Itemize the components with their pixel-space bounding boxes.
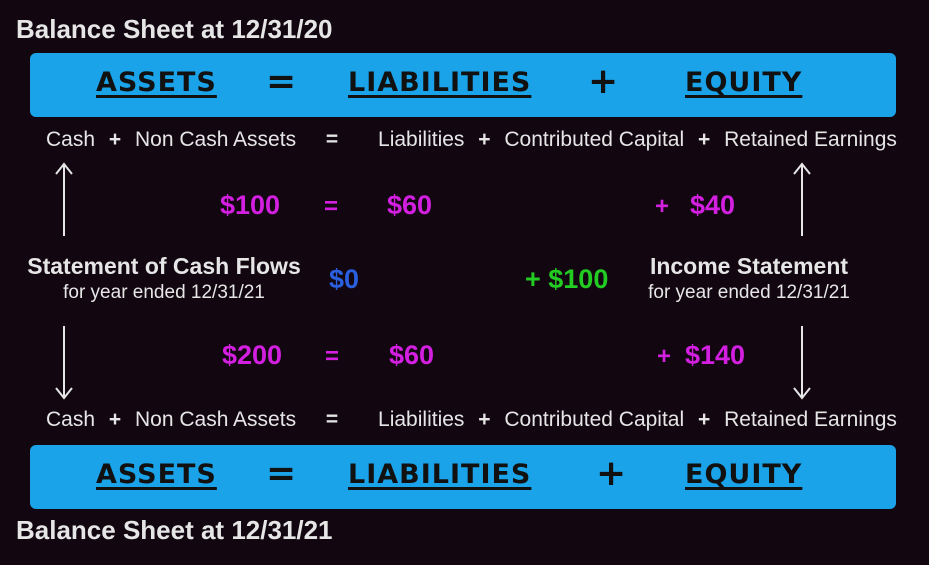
top-retained-earnings: Retained Earnings xyxy=(724,128,897,151)
cash-flows-subtitle: for year ended 12/31/21 xyxy=(63,282,265,303)
bottom-liabilities-value: $60 xyxy=(389,340,435,370)
top-plus-sign: + xyxy=(588,61,619,102)
bottom-values-plus: + xyxy=(657,343,672,370)
bottom-noncash-label: Non Cash Assets xyxy=(134,408,297,431)
top-values-equals: = xyxy=(324,193,339,220)
bottom-contributed-capital: Contributed Capital xyxy=(504,408,685,431)
top-equity-value: $40 xyxy=(690,190,736,220)
top-cash-label: Cash xyxy=(46,128,96,151)
bottom-equals: = xyxy=(325,408,339,431)
bottom-liabilities-detail: Liabilities xyxy=(378,408,465,431)
top-plus-1: + xyxy=(108,128,122,151)
top-noncash-label: Non Cash Assets xyxy=(134,128,297,151)
cash-change-value: $0 xyxy=(329,264,360,294)
income-change-value: + $100 xyxy=(525,264,609,294)
top-balance-sheet-heading: Balance Sheet at 12/31/20 xyxy=(16,14,333,44)
bottom-equals-sign: = xyxy=(266,453,297,494)
bottom-cash-label: Cash xyxy=(46,408,96,431)
top-contributed-capital: Contributed Capital xyxy=(504,128,685,151)
bottom-plus-3: + xyxy=(698,408,711,431)
left-up-arrow-icon xyxy=(55,162,73,236)
top-values-plus: + xyxy=(655,193,670,220)
bottom-values-equals: = xyxy=(325,343,340,370)
bottom-liabilities-label: LIABILITIES xyxy=(348,459,532,490)
bottom-retained-earnings: Retained Earnings xyxy=(724,408,897,431)
right-down-arrow-icon xyxy=(793,326,811,400)
top-equals-sign: = xyxy=(266,61,297,102)
top-liabilities-value: $60 xyxy=(387,190,433,220)
right-up-arrow-icon xyxy=(793,162,811,236)
cash-flows-statement: Statement of Cash Flows for year ended 1… xyxy=(16,253,312,304)
bottom-plus-1: + xyxy=(108,408,122,431)
bottom-equity-label: EQUITY xyxy=(685,459,803,490)
top-plus-3: + xyxy=(698,128,711,151)
bottom-equity-value: $140 xyxy=(685,340,746,370)
income-statement-title: Income Statement xyxy=(649,253,849,279)
income-statement: Income Statement for year ended 12/31/21 xyxy=(622,253,876,304)
top-equity-label: EQUITY xyxy=(685,67,803,98)
bottom-balance-sheet-heading: Balance Sheet at 12/31/21 xyxy=(16,515,333,545)
bottom-plus-sign: + xyxy=(596,453,627,494)
top-assets-value: $100 xyxy=(220,190,281,220)
bottom-detail-row: Cash + Non Cash Assets = Liabilities + C… xyxy=(46,408,897,432)
bottom-assets-value: $200 xyxy=(222,340,283,370)
top-liabilities-label: LIABILITIES xyxy=(348,67,532,98)
bottom-equation-bar: ASSETS = LIABILITIES + EQUITY xyxy=(30,445,896,509)
income-statement-subtitle: for year ended 12/31/21 xyxy=(648,282,850,303)
bottom-assets-label: ASSETS xyxy=(96,459,217,490)
top-plus-2: + xyxy=(478,128,491,151)
top-detail-row: Cash + Non Cash Assets = Liabilities + C… xyxy=(46,128,897,152)
top-equation-bar: ASSETS = LIABILITIES + EQUITY xyxy=(30,53,896,117)
bottom-plus-2: + xyxy=(478,408,491,431)
top-liabilities-detail: Liabilities xyxy=(378,128,465,151)
left-down-arrow-icon xyxy=(55,326,73,400)
top-equals: = xyxy=(325,128,339,151)
cash-flows-title: Statement of Cash Flows xyxy=(27,253,301,279)
top-assets-label: ASSETS xyxy=(96,67,217,98)
